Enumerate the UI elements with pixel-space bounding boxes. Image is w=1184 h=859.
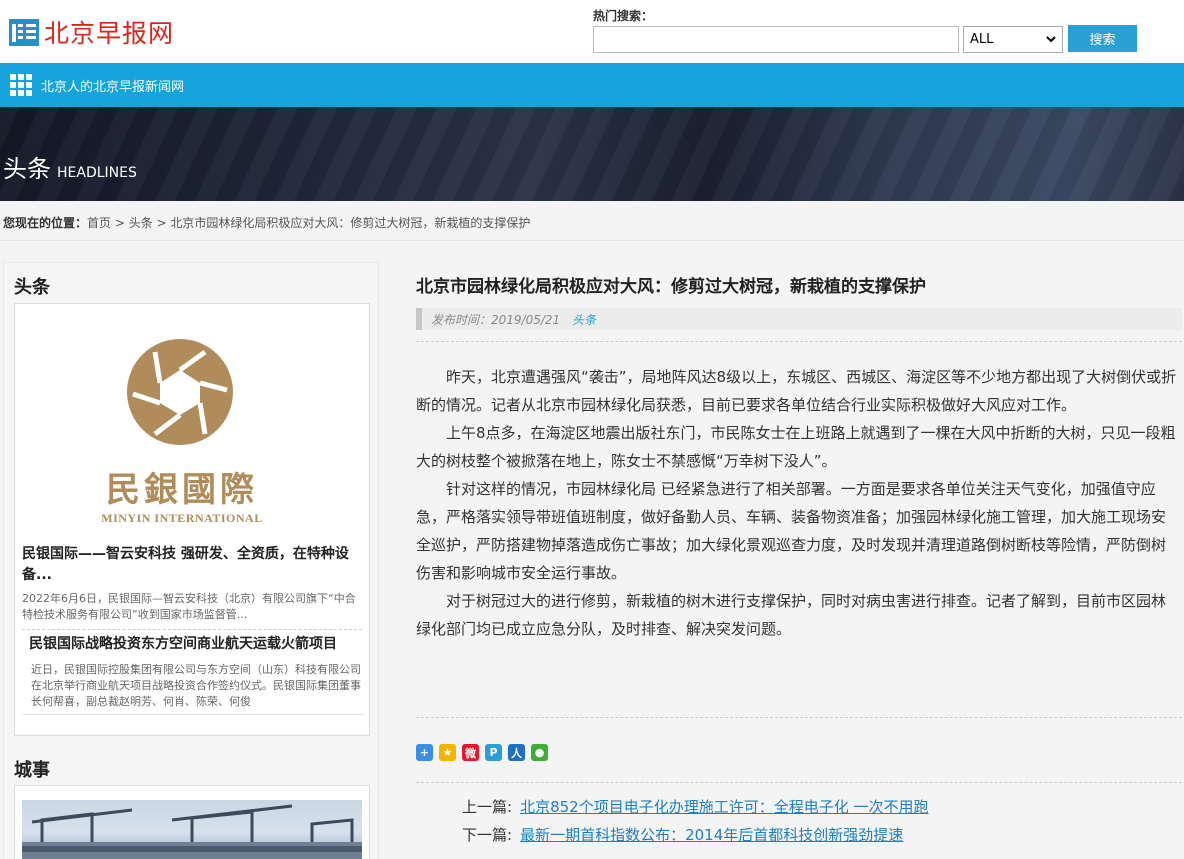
banner-title: 头条 HEADLINES [3,149,137,184]
breadcrumb-current[interactable]: 北京市园林绿化局积极应对大风：修剪过大树冠，新栽植的支撑保护 [170,216,530,230]
prev-label: 上一篇: [462,798,513,816]
banner-background [0,107,1184,201]
article-category-link[interactable]: 头条 [572,311,596,328]
article-paragraph: 对于树冠过大的进行修剪，新栽植的树木进行支撑保护，同时对病虫害进行排查。记者了解… [416,592,1167,638]
headline-item-summary: 2022年6月6日，民银国际—智云安科技（北京）有限公司旗下“中合特检技术服务有… [22,592,356,621]
hot-search-label: 热门搜索： [593,9,654,23]
sidebar-section-title: 城事 [14,760,50,781]
next-article: 下一篇: 最新一期首科指数公布：2014年后首都科技创新强劲提速 [462,824,903,845]
logo-text: 北京早报网 [44,19,175,48]
headline-card: 民銀國際 MINYIN INTERNATIONAL 民银国际——智云安科技 强研… [14,303,370,736]
minyin-logo-image[interactable]: 民銀國際 MINYIN INTERNATIONAL [15,304,369,534]
headline-item-title[interactable]: 民银国际——智云安科技 强研发、全资质，在特种设备... [22,544,364,586]
breadcrumb: 您现在的位置：首页 > 头条 > 北京市园林绿化局积极应对大风：修剪过大树冠，新… [3,214,530,231]
search-scope-value: ALL [970,32,994,47]
minyin-logo-cn: 民銀國際 [106,470,258,510]
sidebar-section-title: 头条 [14,277,50,298]
divider [416,717,1182,718]
article-paragraph: 针对这样的情况，市园林绿化局 已经紧急进行了相关部署。一方面是要求各单位关注天气… [416,480,1167,582]
main-nav: 北京人的北京早报新闻网 [0,63,1184,107]
share-more-icon[interactable]: + [416,744,433,761]
city-news-image[interactable] [22,800,362,859]
article-body: 昨天，北京遭遇强风“袭击”，局地阵风达8级以上，东城区、西城区、海淀区等不少地方… [416,363,1180,643]
banner-title-en: HEADLINES [57,165,137,181]
search-input[interactable] [593,26,959,53]
site-tagline[interactable]: 北京人的北京早报新闻网 [41,76,184,95]
city-news-card [14,785,370,859]
logo-mark-icon [9,19,39,46]
article-paragraph: 上午8点多，在海淀区地震出版社东门，市民陈女士在上班路上就遇到了一棵在大风中折断… [416,424,1176,470]
search-button[interactable]: 搜索 [1068,25,1137,52]
article-meta: 发布时间：2019/05/21 头条 [416,308,1182,330]
banner-title-cn: 头条 [3,155,51,183]
weibo-icon[interactable]: 微 [462,744,479,761]
sidebar: 头条 民銀國際 MINYIN INTERNATIONAL 民银国际——智云安科技… [3,262,379,859]
wechat-icon[interactable]: ● [531,744,548,761]
headline-item-title[interactable]: 民银国际战略投资东方空间商业航天运载火箭项目 [29,633,364,653]
article-paragraph: 昨天，北京遭遇强风“袭击”，局地阵风达8级以上，东城区、西城区、海淀区等不少地方… [416,368,1177,414]
port-crane-image [22,804,362,859]
site-header: 北京早报网 热门搜索： ALL 搜索 [0,0,1184,63]
breadcrumb-section[interactable]: 头条 [129,216,153,230]
menu-grid-icon[interactable] [10,74,32,96]
prev-article: 上一篇: 北京852个项目电子化办理施工许可：全程电子化 一次不用跑 [462,796,928,817]
divider [22,629,362,630]
share-bar: + ★ 微 P 人 ● [416,744,554,761]
headline-item-summary: 近日，民银国际控股集团有限公司与东方空间（山东）科技有限公司在北京举行商业航天项… [31,663,361,708]
section-banner: 头条 HEADLINES [0,107,1184,201]
breadcrumb-home[interactable]: 首页 [87,216,111,230]
site-logo[interactable]: 北京早报网 [8,14,174,50]
renren-icon[interactable]: 人 [508,744,525,761]
breadcrumb-label: 您现在的位置： [3,216,88,230]
divider [416,341,1182,342]
next-article-link[interactable]: 最新一期首科指数公布：2014年后首都科技创新强劲提速 [520,826,903,844]
divider [416,782,1182,783]
tencent-weibo-icon[interactable]: P [485,744,502,761]
minyin-logo-en: MINYIN INTERNATIONAL [101,511,263,525]
breadcrumb-separator: > [111,216,129,230]
next-label: 下一篇: [462,826,513,844]
search-scope-select[interactable]: ALL [963,26,1063,53]
article-title: 北京市园林绿化局积极应对大风：修剪过大树冠，新栽植的支撑保护 [416,277,926,297]
breadcrumb-separator: > [152,216,171,230]
publish-date: 发布时间：2019/05/21 [431,312,561,327]
qzone-icon[interactable]: ★ [439,744,456,761]
prev-article-link[interactable]: 北京852个项目电子化办理施工许可：全程电子化 一次不用跑 [520,798,928,816]
chevron-down-icon [1046,36,1056,43]
divider [22,714,364,715]
divider [0,240,1184,241]
